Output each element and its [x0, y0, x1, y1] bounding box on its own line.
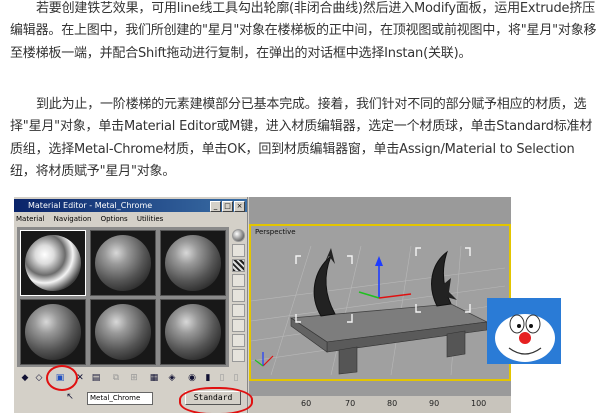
viewport-frame[interactable]: Perspective	[249, 224, 511, 381]
transform-gizmo-icon	[358, 256, 412, 299]
put-to-scene-icon[interactable]: ◇	[34, 373, 44, 383]
ruler-tick: 90	[429, 399, 440, 408]
pick-material-icon[interactable]: ↖	[65, 392, 75, 402]
material-slot[interactable]	[20, 230, 86, 296]
material-sphere-icon	[25, 235, 81, 291]
annotation-circle-standard	[179, 387, 253, 413]
material-slot[interactable]	[160, 299, 226, 365]
window-title-bar: Material Editor - Metal_Chrome _ □ ×	[14, 199, 247, 212]
ruler-tick: 70	[345, 399, 356, 408]
show-end-result-icon[interactable]: ◉	[187, 373, 197, 383]
star-moon-right-icon	[431, 250, 452, 307]
ruler-tick: 60	[301, 399, 312, 408]
make-unique-icon[interactable]: ⧉	[111, 373, 121, 383]
go-sibling-icon[interactable]: ▯	[231, 373, 241, 383]
menu-bar: Material Navigation Options Utilities	[16, 213, 170, 225]
options-icon[interactable]	[232, 319, 245, 332]
material-sphere-icon	[25, 304, 81, 360]
sample-type-icon[interactable]	[232, 229, 245, 242]
copy-material-icon[interactable]: ▤	[91, 373, 101, 383]
side-toolbar	[231, 227, 245, 367]
time-ruler[interactable]: 60 70 80 90 100	[249, 396, 511, 413]
menu-navigation[interactable]: Navigation	[54, 215, 92, 223]
material-sphere-icon	[165, 304, 221, 360]
scene-render	[251, 245, 505, 375]
screenshot-figure: Material Editor - Metal_Chrome _ □ × Mat…	[14, 197, 511, 413]
background-icon[interactable]	[232, 259, 245, 272]
material-slot[interactable]	[160, 230, 226, 296]
perspective-viewport[interactable]: Perspective 60 70 80 90 100	[249, 197, 511, 413]
ruler-tick: 80	[387, 399, 398, 408]
star-moon-left-icon	[313, 255, 336, 317]
paragraph-2: 到此为止，一阶楼梯的元素建模部分已基本完成。接着，我们针对不同的部分赋予相应的材…	[10, 97, 593, 180]
menu-utilities[interactable]: Utilities	[137, 215, 163, 223]
get-material-icon[interactable]: ◆	[20, 373, 30, 383]
go-to-parent-icon[interactable]: ▮	[203, 373, 213, 383]
material-slot[interactable]	[20, 299, 86, 365]
material-sphere-icon	[165, 235, 221, 291]
ruler-tick: 100	[471, 399, 487, 408]
material-effects-icon[interactable]: ▦	[149, 373, 159, 383]
cat-icon	[487, 298, 561, 364]
paragraph-1: 若要创建铁艺效果，可用line线工具勾出轮廓(非闭合曲线)然后进入Modify面…	[10, 1, 597, 61]
close-icon[interactable]: ×	[234, 201, 245, 212]
video-check-icon[interactable]	[232, 289, 245, 302]
show-map-icon[interactable]: ◈	[167, 373, 177, 383]
minimize-icon[interactable]: _	[210, 201, 221, 212]
menu-material[interactable]: Material	[16, 215, 44, 223]
sample-slots	[17, 227, 229, 367]
material-slot[interactable]	[90, 230, 156, 296]
menu-options[interactable]: Options	[101, 215, 128, 223]
material-slot[interactable]	[90, 299, 156, 365]
select-by-material-icon[interactable]	[232, 334, 245, 347]
make-preview-icon[interactable]	[232, 304, 245, 317]
maximize-icon[interactable]: □	[222, 201, 233, 212]
go-forward-icon[interactable]: ▯	[217, 373, 227, 383]
material-sphere-icon	[95, 304, 151, 360]
put-to-library-icon[interactable]: ⊞	[129, 373, 139, 383]
material-navigator-icon[interactable]	[232, 349, 245, 362]
window-title: Material Editor - Metal_Chrome	[28, 201, 153, 210]
tiling-icon[interactable]	[232, 274, 245, 287]
backlight-icon[interactable]	[232, 244, 245, 257]
material-name-field[interactable]: Metal_Chrome	[87, 392, 153, 405]
material-sphere-icon	[95, 235, 151, 291]
annotation-circle-assign	[46, 365, 78, 391]
